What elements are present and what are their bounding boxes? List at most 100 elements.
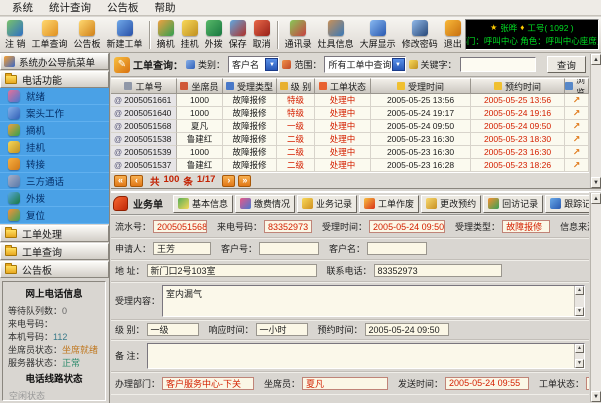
keyword-input[interactable] (460, 57, 536, 72)
scope-select[interactable]: 所有工单中查询 (324, 56, 405, 73)
detail-scrollbar[interactable] (590, 193, 601, 402)
table-scrollbar[interactable] (590, 54, 601, 188)
sidebar-group-order-query[interactable]: 工单查询 (0, 243, 109, 260)
column-agent[interactable]: 坐席员 (177, 78, 223, 94)
chevron-down-icon[interactable] (392, 58, 405, 71)
appoint-field[interactable]: 2005-05-24 09:50 (365, 323, 449, 336)
cell-browse[interactable] (565, 107, 589, 120)
scroll-down-icon[interactable] (575, 307, 584, 316)
table-row[interactable]: 2005051538 鲁建红 故障报修 二级 处理中 2005-05-23 16… (111, 133, 589, 146)
table-row[interactable]: 2005051537 鲁建红 故障报修 二级 处理中 2005-05-23 16… (111, 159, 589, 172)
column-order-no[interactable]: 工单号 (111, 78, 177, 94)
contacts-button[interactable]: 通讯录 (282, 19, 315, 51)
send-time-field[interactable]: 2005-05-24 09:55 (445, 377, 529, 390)
new-order-button[interactable]: 新建工单 (104, 19, 146, 51)
customer-no-field[interactable] (259, 242, 319, 255)
first-page-button[interactable] (114, 175, 127, 187)
menu-bulletin[interactable]: 公告板 (99, 0, 147, 15)
offhook-button[interactable]: 摘机 (154, 19, 178, 51)
response-field[interactable]: 一小时 (256, 323, 308, 336)
sidebar-group-order-process[interactable]: 工单处理 (0, 225, 109, 242)
save-button[interactable]: 保存 (226, 19, 250, 51)
open-order-icon[interactable] (573, 134, 581, 145)
sidebar-item-desk-work[interactable]: 案头工作 (0, 105, 109, 122)
sidebar-group-phone[interactable]: 电话功能 (0, 71, 109, 88)
applicant-field[interactable]: 王芳 (153, 242, 211, 255)
hangup-button[interactable]: 挂机 (178, 19, 202, 51)
next-page-button[interactable] (222, 175, 235, 187)
scroll-down-icon[interactable] (575, 359, 584, 368)
agent-field[interactable]: 夏凡 (302, 377, 388, 390)
cell-browse[interactable] (565, 94, 589, 107)
column-appoint-time[interactable]: 预约时间 (471, 78, 565, 94)
big-screen-button[interactable]: 大屏显示 (357, 19, 399, 51)
sidebar-item-dial-out[interactable]: 外拨 (0, 190, 109, 207)
change-password-button[interactable]: 修改密码 (399, 19, 441, 51)
sidebar-item-offhook[interactable]: 摘机 (0, 122, 109, 139)
column-accept-time[interactable]: 受理时间 (371, 78, 471, 94)
bulletin-board-button[interactable]: 公告板 (71, 19, 104, 51)
logout-button[interactable]: 注 销 (2, 19, 29, 51)
address-field[interactable]: 新门口2号103室 (147, 264, 317, 277)
table-row[interactable]: 2005051661 1000 故障报修 特级 处理中 2005-05-25 1… (111, 94, 589, 107)
stove-info-button[interactable]: 灶具信息 (315, 19, 357, 51)
open-order-icon[interactable] (573, 108, 581, 119)
caller-field[interactable]: 83352973 (264, 220, 312, 233)
column-status[interactable]: 工单状态 (315, 78, 371, 94)
menu-help[interactable]: 帮助 (147, 0, 184, 15)
menu-system[interactable]: 系统 (4, 0, 41, 15)
open-order-icon[interactable] (573, 121, 581, 132)
tab-payment-status[interactable]: 缴费情况 (235, 195, 295, 213)
textarea-scrollbar[interactable] (574, 344, 584, 368)
contact-field[interactable]: 83352973 (374, 264, 502, 277)
status-field[interactable]: 处理中 (586, 377, 589, 390)
tab-callback-record[interactable]: 回访记录 (483, 195, 543, 213)
cell-browse[interactable] (565, 133, 589, 146)
column-accept-type[interactable]: 受理类型 (223, 78, 277, 94)
tab-basic-info[interactable]: 基本信息 (173, 195, 233, 213)
accept-time-field[interactable]: 2005-05-24 09:50 (369, 220, 445, 233)
scroll-up-icon[interactable] (575, 286, 584, 295)
cell-browse[interactable] (565, 146, 589, 159)
sidebar-item-ready[interactable]: 就绪 (0, 88, 109, 105)
column-level[interactable]: 级 别 (277, 78, 315, 94)
note-textarea[interactable] (147, 343, 585, 369)
customer-name-field[interactable] (367, 242, 427, 255)
scroll-up-icon[interactable] (591, 193, 601, 204)
menu-stat-query[interactable]: 统计查询 (41, 0, 99, 15)
tab-tracking-record[interactable]: 跟踪记录 (545, 195, 589, 213)
dial-out-button[interactable]: 外拨 (202, 19, 226, 51)
search-button[interactable]: 查询 (547, 56, 586, 73)
cell-browse[interactable] (565, 120, 589, 133)
tab-change-appointment[interactable]: 更改预约 (421, 195, 481, 213)
open-order-icon[interactable] (573, 147, 581, 158)
chevron-down-icon[interactable] (265, 58, 278, 71)
content-textarea[interactable]: 室内漏气 (162, 285, 585, 317)
cancel-button[interactable]: 取消 (250, 19, 274, 51)
table-row[interactable]: 2005051568 夏凡 故障报修 一级 处理中 2005-05-24 09:… (111, 120, 589, 133)
scroll-down-icon[interactable] (591, 391, 601, 402)
scroll-up-icon[interactable] (575, 344, 584, 353)
order-search-button[interactable]: 工单查询 (29, 19, 71, 51)
category-select[interactable]: 客户名 (228, 56, 279, 73)
exit-button[interactable]: 退出 (441, 19, 465, 51)
table-row[interactable]: 2005051539 1000 故障报修 二级 处理中 2005-05-23 1… (111, 146, 589, 159)
accept-type-field[interactable]: 故障报修 (502, 220, 550, 233)
serial-field[interactable]: 2005051568 (153, 220, 207, 233)
cell-browse[interactable] (565, 159, 589, 172)
scroll-up-icon[interactable] (591, 54, 601, 65)
textarea-scrollbar[interactable] (574, 286, 584, 316)
sidebar-group-bulletin[interactable]: 公告板 (0, 261, 109, 278)
column-browse[interactable]: 浏览 (565, 78, 589, 94)
open-order-icon[interactable] (573, 95, 581, 106)
sidebar-item-hangup[interactable]: 挂机 (0, 139, 109, 156)
sidebar-item-reset[interactable]: 复位 (0, 207, 109, 224)
dept-field[interactable]: 客户服务中心-下关 (162, 377, 254, 390)
tab-void-order[interactable]: 工单作废 (359, 195, 419, 213)
open-order-icon[interactable] (573, 160, 581, 171)
scroll-down-icon[interactable] (591, 177, 601, 188)
prev-page-button[interactable] (130, 175, 143, 187)
sidebar-item-three-way-call[interactable]: 三方通话 (0, 173, 109, 190)
last-page-button[interactable] (238, 175, 251, 187)
table-row[interactable]: 2005051640 1000 故障报修 特级 处理中 2005-05-24 1… (111, 107, 589, 120)
